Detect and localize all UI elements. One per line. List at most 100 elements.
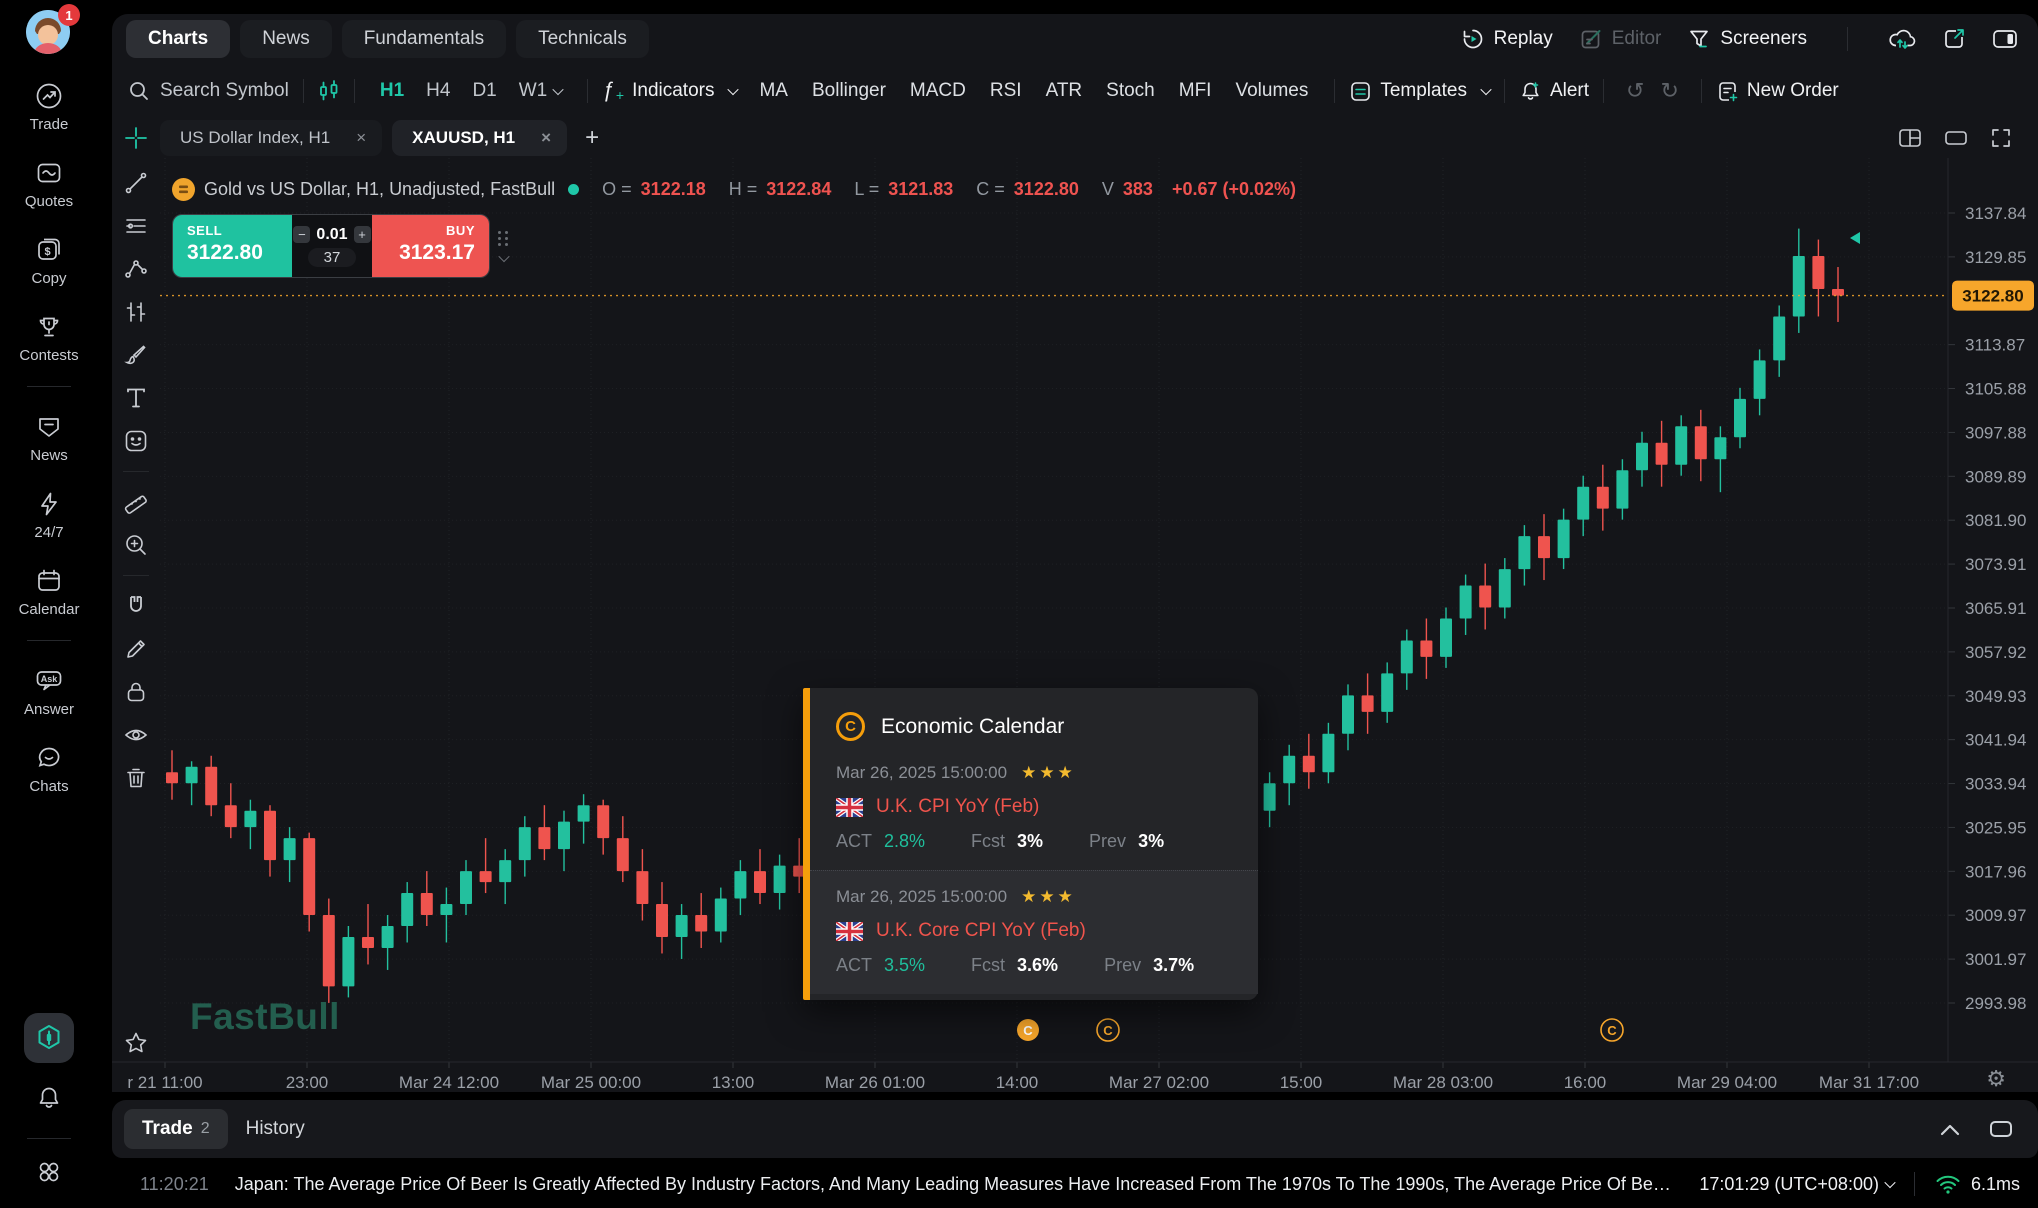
- share-external-button[interactable]: [1942, 27, 1966, 51]
- chart-type-button[interactable]: [318, 79, 340, 103]
- buy-button[interactable]: BUY 3123.17: [372, 215, 489, 277]
- chat-bubble-icon: [35, 744, 63, 772]
- draw-tool-icon[interactable]: [123, 636, 149, 662]
- brush-tool-icon[interactable]: [123, 342, 149, 368]
- low-value: 3121.83: [888, 179, 953, 200]
- calendar-icon: [35, 567, 63, 595]
- chevron-down-icon[interactable]: [498, 250, 509, 261]
- volume-decrease-button[interactable]: −: [293, 226, 310, 243]
- right-panel-toggle-button[interactable]: [1992, 28, 2018, 50]
- ruler-tool-icon[interactable]: [123, 489, 149, 515]
- tab-fundamentals[interactable]: Fundamentals: [342, 20, 506, 58]
- chevron-down-icon: [553, 84, 564, 95]
- editor-button[interactable]: Editor: [1579, 27, 1662, 51]
- drag-handle-icon[interactable]: [498, 231, 509, 246]
- trend-line-tool-icon[interactable]: [123, 170, 149, 196]
- latency-value: 6.1ms: [1971, 1174, 2020, 1195]
- new-order-button[interactable]: New Order: [1716, 80, 1839, 103]
- calendar-event[interactable]: Mar 26, 2025 15:00:00 ★★★ U.K. CPI YoY (…: [810, 747, 1258, 870]
- fullscreen-icon[interactable]: [1990, 127, 2012, 149]
- cloud-sync-button[interactable]: [1888, 27, 1916, 51]
- close-icon[interactable]: ×: [541, 128, 551, 148]
- alert-button[interactable]: Alert: [1519, 80, 1589, 103]
- favorites-star-icon[interactable]: [123, 1030, 149, 1056]
- undo-button[interactable]: ↺: [1626, 78, 1644, 104]
- sidebar-item-news[interactable]: News: [30, 413, 68, 464]
- notifications-bell-button[interactable]: [36, 1085, 62, 1116]
- timeframe-h1[interactable]: H1: [380, 80, 404, 102]
- calendar-event[interactable]: Mar 26, 2025 15:00:00 ★★★ U.K. Core CPI …: [810, 870, 1258, 994]
- text-tool-icon[interactable]: [123, 385, 149, 411]
- pattern-tool-icon[interactable]: [123, 256, 149, 282]
- axis-settings-gear-icon[interactable]: ⚙: [1986, 1066, 2006, 1092]
- sidebar-item-copy[interactable]: $ Copy: [31, 236, 66, 287]
- tab-trade[interactable]: Trade 2: [124, 1109, 228, 1149]
- sidebar-item-trade[interactable]: Trade: [30, 82, 69, 133]
- screeners-button[interactable]: Screeners: [1687, 27, 1807, 51]
- expand-panel-icon[interactable]: [1988, 1119, 2014, 1139]
- replay-button[interactable]: Replay: [1461, 27, 1553, 51]
- chevron-down-icon: [728, 84, 739, 95]
- svg-text:13:00: 13:00: [712, 1073, 755, 1092]
- magnet-tool-icon[interactable]: [123, 593, 149, 619]
- search-symbol-button[interactable]: Search Symbol: [128, 80, 289, 102]
- lock-tool-icon[interactable]: [123, 679, 149, 705]
- sidebar-item-247[interactable]: 24/7: [34, 490, 63, 541]
- quick-indicator-rsi[interactable]: RSI: [990, 80, 1022, 102]
- terminal-active-button[interactable]: [24, 1013, 74, 1063]
- horizontal-line-tool-icon[interactable]: [123, 213, 149, 239]
- delete-drawings-trash-icon[interactable]: [123, 765, 149, 791]
- quick-indicator-macd[interactable]: MACD: [910, 80, 966, 102]
- svg-text:3065.91: 3065.91: [1965, 599, 2026, 618]
- timeframe-w1[interactable]: W1: [519, 80, 563, 102]
- quick-indicator-ma[interactable]: MA: [759, 80, 788, 102]
- indicators-button[interactable]: ƒ+ Indicators: [602, 79, 737, 103]
- economic-calendar-popup[interactable]: C Economic Calendar Mar 26, 2025 15:00:0…: [803, 688, 1258, 1000]
- chart-tab-xauusd[interactable]: XAUUSD, H1 ×: [392, 120, 567, 156]
- zoom-in-tool-icon[interactable]: [123, 532, 149, 558]
- ohlc-tool-icon[interactable]: [123, 299, 149, 325]
- quick-indicator-bollinger[interactable]: Bollinger: [812, 80, 886, 102]
- sidebar-item-calendar[interactable]: Calendar: [19, 567, 80, 618]
- event-time: Mar 26, 2025 15:00:00: [836, 763, 1007, 783]
- apps-grid-button[interactable]: [36, 1159, 62, 1190]
- quick-indicator-mfi[interactable]: MFI: [1179, 80, 1212, 102]
- tab-technicals[interactable]: Technicals: [516, 20, 649, 58]
- sidebar-item-answer[interactable]: Ask Answer: [24, 667, 74, 718]
- news-ticker-headline[interactable]: Japan: The Average Price Of Beer Is Grea…: [235, 1174, 1674, 1195]
- symbol-title[interactable]: Gold vs US Dollar, H1, Unadjusted, FastB…: [204, 179, 555, 200]
- server-clock[interactable]: 17:01:29 (UTC+08:00): [1699, 1174, 1894, 1195]
- crosshair-add-icon[interactable]: [123, 125, 149, 151]
- redo-button[interactable]: ↻: [1660, 78, 1678, 104]
- close-icon[interactable]: ×: [356, 128, 366, 148]
- quick-indicator-atr[interactable]: ATR: [1046, 80, 1083, 102]
- sidebar-item-chats[interactable]: Chats: [29, 744, 68, 795]
- chart-tab-usd-index[interactable]: US Dollar Index, H1 ×: [160, 120, 382, 156]
- emoji-tool-icon[interactable]: [123, 428, 149, 454]
- svg-text:Mar 27 02:00: Mar 27 02:00: [1109, 1073, 1209, 1092]
- layout-split-icon[interactable]: [1898, 128, 1922, 148]
- sidebar-item-contests[interactable]: Contests: [19, 313, 78, 364]
- hide-drawings-eye-icon[interactable]: [123, 722, 149, 748]
- minimize-window-icon[interactable]: [1944, 128, 1968, 148]
- prev-label: Prev: [1089, 831, 1126, 852]
- volume-increase-button[interactable]: +: [354, 226, 371, 243]
- calendar-c-icon: C: [836, 712, 865, 741]
- tab-history[interactable]: History: [228, 1109, 323, 1149]
- collapse-panel-chevron-up-icon[interactable]: [1938, 1121, 1962, 1137]
- volume-value[interactable]: 0.01: [316, 226, 347, 244]
- editor-icon: [1579, 27, 1603, 51]
- sell-button[interactable]: SELL 3122.80: [173, 215, 292, 277]
- quick-indicator-stoch[interactable]: Stoch: [1106, 80, 1155, 102]
- timeframe-d1[interactable]: D1: [472, 80, 496, 102]
- tab-news[interactable]: News: [240, 20, 332, 58]
- svg-text:16:00: 16:00: [1564, 1073, 1607, 1092]
- templates-button[interactable]: Templates: [1349, 80, 1490, 103]
- add-chart-tab-button[interactable]: +: [585, 124, 599, 152]
- timeframe-h4[interactable]: H4: [426, 80, 450, 102]
- quick-indicator-volumes[interactable]: Volumes: [1235, 80, 1308, 102]
- user-avatar[interactable]: 1: [26, 10, 72, 56]
- tab-charts[interactable]: Charts: [126, 20, 230, 58]
- status-divider: [1914, 1172, 1915, 1196]
- sidebar-item-quotes[interactable]: Quotes: [25, 159, 73, 210]
